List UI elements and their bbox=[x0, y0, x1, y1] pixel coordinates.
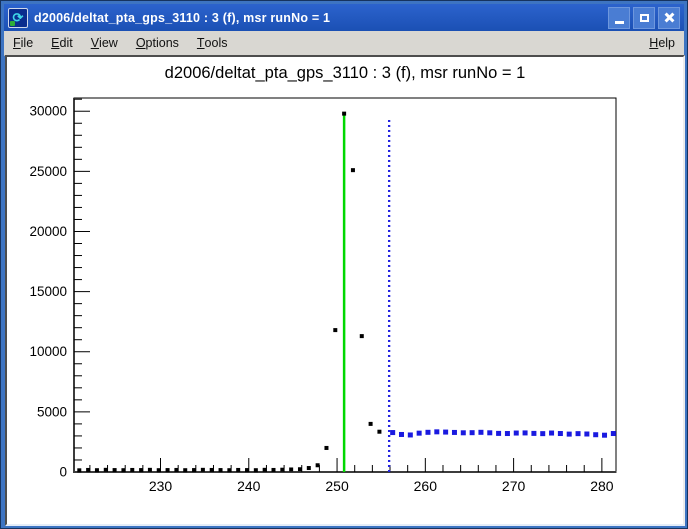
histogram-data-point bbox=[210, 468, 214, 472]
histogram-data-point bbox=[377, 430, 381, 434]
background-level-point bbox=[434, 429, 439, 434]
histogram-data-point bbox=[245, 468, 249, 472]
menu-left: FileEditViewOptionsTools bbox=[4, 31, 236, 55]
background-level-point bbox=[470, 430, 475, 435]
histogram-data-point bbox=[104, 468, 108, 472]
menu-item-edit[interactable]: Edit bbox=[42, 31, 82, 55]
background-level-point bbox=[390, 430, 395, 435]
minimize-icon bbox=[615, 21, 624, 24]
background-level-point bbox=[417, 431, 422, 436]
histogram-data-point bbox=[369, 422, 373, 426]
window-title: d2006/deltat_pta_gps_3110 : 3 (f), msr r… bbox=[34, 11, 608, 25]
background-level-point bbox=[611, 431, 616, 436]
x-axis-label: 240 bbox=[237, 478, 261, 494]
menu-item-options[interactable]: Options bbox=[127, 31, 188, 55]
background-level-point bbox=[576, 431, 581, 436]
menu-item-file[interactable]: File bbox=[4, 31, 42, 55]
background-level-point bbox=[496, 431, 501, 436]
y-axis-label: 15000 bbox=[29, 284, 67, 299]
histogram-data-point bbox=[333, 328, 337, 332]
histogram-data-point bbox=[219, 468, 223, 472]
menu-right: Help bbox=[640, 31, 684, 55]
histogram-data-point bbox=[351, 168, 355, 172]
app-icon[interactable]: ⟳ bbox=[8, 8, 28, 28]
menu-item-help[interactable]: Help bbox=[640, 31, 684, 55]
histogram-data-point bbox=[183, 468, 187, 472]
histogram-data-point bbox=[307, 466, 311, 470]
window-controls bbox=[608, 7, 680, 29]
background-level-point bbox=[408, 432, 413, 437]
histogram-data-point bbox=[342, 112, 346, 116]
menu-item-view[interactable]: View bbox=[82, 31, 127, 55]
background-level-point bbox=[478, 430, 483, 435]
background-level-point bbox=[487, 430, 492, 435]
y-axis-label: 5000 bbox=[37, 404, 67, 419]
window-titlebar: ⟳ d2006/deltat_pta_gps_3110 : 3 (f), msr… bbox=[4, 4, 684, 31]
histogram-data-point bbox=[316, 463, 320, 467]
background-level-point bbox=[399, 432, 404, 437]
background-level-point bbox=[505, 431, 510, 436]
histogram-data-point bbox=[192, 468, 196, 472]
close-button[interactable] bbox=[658, 7, 680, 29]
histogram-data-point bbox=[280, 468, 284, 472]
histogram-data-point bbox=[95, 468, 99, 472]
root-window: ⟳ d2006/deltat_pta_gps_3110 : 3 (f), msr… bbox=[0, 0, 688, 529]
histogram-data-point bbox=[113, 468, 117, 472]
y-axis-label: 0 bbox=[59, 465, 67, 480]
histogram-data-point bbox=[201, 468, 205, 472]
histogram-data-point bbox=[148, 468, 152, 472]
background-level-point bbox=[425, 430, 430, 435]
histogram-data-point bbox=[227, 468, 231, 472]
histogram-data-point bbox=[271, 468, 275, 472]
background-level-point bbox=[443, 430, 448, 435]
background-level-point bbox=[452, 430, 457, 435]
background-level-point bbox=[514, 431, 519, 436]
menu-bar: FileEditViewOptionsTools Help bbox=[4, 31, 684, 56]
histogram-data-point bbox=[77, 468, 81, 472]
histogram-data-point bbox=[236, 468, 240, 472]
canvas-area[interactable]: 230 240 250 260 270 280 0 5000 10000 15000 20000 25… bbox=[5, 55, 685, 526]
background-level-point bbox=[461, 430, 466, 435]
y-axis-label: 25000 bbox=[29, 164, 67, 179]
background-level-point bbox=[602, 433, 607, 438]
maximize-icon bbox=[640, 14, 649, 22]
minimize-button[interactable] bbox=[608, 7, 630, 29]
histogram-data-point bbox=[263, 468, 267, 472]
background-level-point bbox=[567, 432, 572, 437]
x-axis-label: 270 bbox=[502, 478, 526, 494]
maximize-button[interactable] bbox=[633, 7, 655, 29]
plot-title: d2006/deltat_pta_gps_3110 : 3 (f), msr r… bbox=[165, 64, 526, 82]
histogram-data-point bbox=[86, 468, 90, 472]
histogram-data-point bbox=[298, 467, 302, 471]
histogram-data-point bbox=[289, 467, 293, 471]
background-level-point bbox=[531, 431, 536, 436]
y-axis-label: 20000 bbox=[29, 224, 67, 239]
background-level-point bbox=[593, 432, 598, 437]
histogram-data-point bbox=[157, 468, 161, 472]
x-axis-label: 230 bbox=[149, 478, 173, 494]
background-level-point bbox=[584, 431, 589, 436]
y-axis-label: 30000 bbox=[29, 104, 67, 119]
histogram-data-point bbox=[139, 468, 143, 472]
x-axis-label: 280 bbox=[590, 478, 614, 494]
root-canvas-svg[interactable]: 230 240 250 260 270 280 0 5000 10000 15000 20000 25… bbox=[7, 57, 683, 524]
histogram-data-point bbox=[324, 446, 328, 450]
background-level-point bbox=[558, 431, 563, 436]
histogram-data-point bbox=[254, 468, 258, 472]
x-axis-label: 250 bbox=[325, 478, 349, 494]
histogram-data-point bbox=[130, 468, 134, 472]
histogram-data-point bbox=[121, 468, 125, 472]
histogram-data-point bbox=[166, 468, 170, 472]
background-level-point bbox=[549, 431, 554, 436]
menu-item-tools[interactable]: Tools bbox=[188, 31, 237, 55]
histogram-data-point bbox=[360, 334, 364, 338]
close-icon bbox=[664, 12, 675, 23]
background-level-point bbox=[523, 430, 528, 435]
background-level-point bbox=[540, 431, 545, 436]
root-logo-leaf-icon bbox=[10, 21, 15, 26]
y-axis-label: 10000 bbox=[29, 344, 67, 359]
x-axis-label: 260 bbox=[414, 478, 438, 494]
histogram-data-point bbox=[174, 468, 178, 472]
